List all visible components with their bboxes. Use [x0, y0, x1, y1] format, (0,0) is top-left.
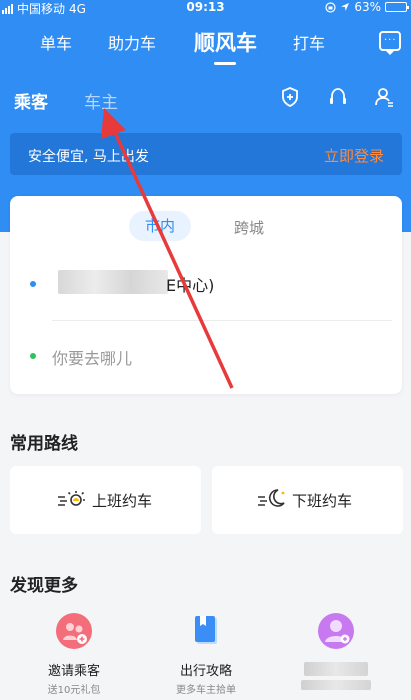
tab-passenger[interactable]: 乘客	[14, 88, 48, 113]
battery-percent: 63%	[354, 0, 381, 14]
rotation-lock-icon	[325, 1, 336, 13]
destination-field[interactable]: 你要去哪儿	[52, 345, 132, 369]
redacted-sub	[301, 680, 371, 690]
message-icon[interactable]: ···	[379, 31, 401, 55]
travel-guide-item[interactable]: 出行攻略 更多车主拾单	[156, 612, 256, 696]
segment-local[interactable]: 市内	[129, 211, 191, 241]
origin-redacted	[58, 270, 168, 294]
card-divider	[52, 320, 392, 321]
work-route-label: 上班约车	[92, 492, 153, 510]
guide-label: 出行攻略	[179, 664, 232, 679]
user-icon[interactable]	[373, 86, 395, 108]
destination-dot	[30, 353, 36, 359]
moon-icon	[258, 489, 285, 507]
tab-indicator	[214, 62, 236, 65]
login-banner: 安全便宜, 马上出发 立即登录	[10, 133, 402, 175]
headset-icon[interactable]	[327, 86, 349, 108]
guide-book-icon	[195, 616, 217, 644]
user-avatar-icon	[318, 613, 354, 649]
tab-bike[interactable]: 单车	[40, 30, 72, 54]
invite-passenger-item[interactable]: 邀请乘客 送10元礼包	[24, 612, 124, 696]
sunrise-icon	[58, 491, 85, 506]
banner-text: 安全便宜, 马上出发	[28, 149, 149, 165]
battery-icon	[385, 2, 409, 12]
trip-card: 市内 跨城 E中心) 你要去哪儿	[10, 196, 402, 394]
status-right: 63%	[325, 0, 409, 14]
guide-sub: 更多车主拾单	[176, 685, 236, 696]
login-button[interactable]: 立即登录	[324, 145, 384, 166]
origin-dot	[30, 281, 36, 287]
third-discover-item[interactable]	[286, 612, 386, 690]
commute-home-button[interactable]: 下班约车	[212, 466, 403, 534]
status-bar: 中国移动 4G 09:13 63%	[0, 0, 411, 16]
invite-icon	[56, 613, 92, 649]
redacted-label	[304, 662, 368, 676]
discover-title: 发现更多	[10, 576, 78, 596]
location-arrow-icon	[341, 3, 350, 11]
common-routes-title: 常用路线	[10, 434, 78, 454]
shield-plus-icon[interactable]	[279, 86, 301, 108]
tab-taxi[interactable]: 打车	[293, 30, 325, 54]
origin-field[interactable]: E中心)	[166, 272, 214, 296]
tab-driver[interactable]: 车主	[84, 88, 118, 113]
home-route-label: 下班约车	[292, 492, 353, 510]
tab-ebike[interactable]: 助力车	[108, 30, 156, 54]
segment-intercity[interactable]: 跨城	[234, 217, 264, 238]
invite-sub: 送10元礼包	[47, 685, 101, 696]
invite-label: 邀请乘客	[47, 664, 100, 679]
tab-carpool[interactable]: 顺风车	[194, 27, 257, 57]
commute-to-work-button[interactable]: 上班约车	[10, 466, 201, 534]
main-tabs: 单车 助力车 顺风车 打车	[0, 30, 411, 60]
